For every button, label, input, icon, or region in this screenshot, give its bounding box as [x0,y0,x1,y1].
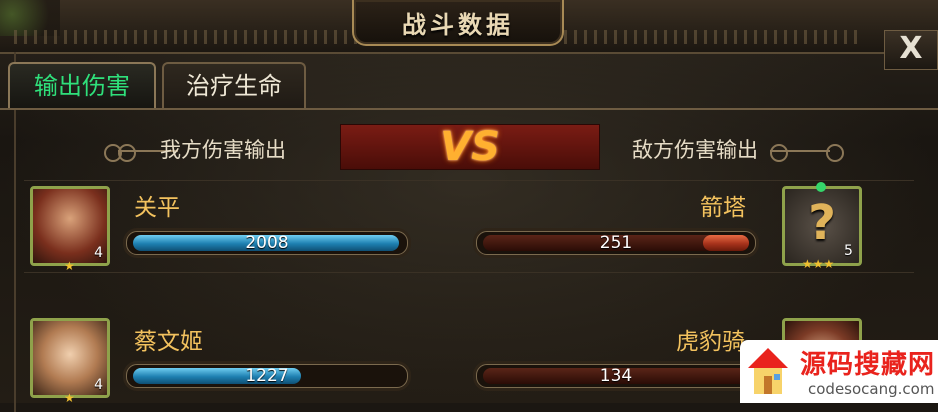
title-plate: 战斗数据 [352,0,564,46]
ally-name: 关平 [134,195,180,221]
ally-level: 4 [94,377,103,393]
enemy-damage-label: 敌方伤害输出 [632,138,758,162]
enemy-name: 虎豹骑 [676,329,745,355]
ally-avatar-guanping[interactable]: 4 [30,186,110,266]
ally-avatar-caiwenji[interactable]: 4 [30,318,110,398]
ally-name: 蔡文姬 [134,329,203,355]
close-button[interactable]: X [884,30,938,70]
watermark-url: codesocang.com [808,380,935,398]
enemy-damage-bar: 251 [476,231,756,255]
enemy-damage-value: 134 [599,366,633,386]
row-separator [24,180,914,181]
tab-healing[interactable]: 治疗生命 [162,62,306,110]
enemy-damage-bar: 134 [476,364,756,388]
ally-damage-bar: 2008 [126,231,408,255]
scroll-ornament-right [770,144,844,172]
enemy-damage-value: 251 [599,233,633,253]
vs-banner: VS [340,124,600,170]
tab-divider [0,108,938,110]
watermark-title: 源码搜藏网 [800,350,936,380]
star-icon: ★★★ [802,257,835,271]
enemy-level: 5 [844,243,853,259]
ally-damage-label: 我方伤害输出 [160,138,286,162]
house-logo-icon [748,348,788,394]
ally-damage-bar: 1227 [126,364,408,388]
vs-label: VS [440,124,500,170]
ally-damage-value: 2008 [245,233,289,253]
ally-damage-value: 1227 [245,366,289,386]
window-title: 战斗数据 [402,11,514,39]
star-icon: ★ [64,259,75,273]
row-separator [24,272,914,273]
watermark: 源码搜藏网 codesocang.com [740,340,938,403]
tab-damage-output[interactable]: 输出伤害 [8,62,156,110]
enemy-name: 箭塔 [700,195,746,221]
ally-level: 4 [94,245,103,261]
status-dot-icon [816,182,826,192]
